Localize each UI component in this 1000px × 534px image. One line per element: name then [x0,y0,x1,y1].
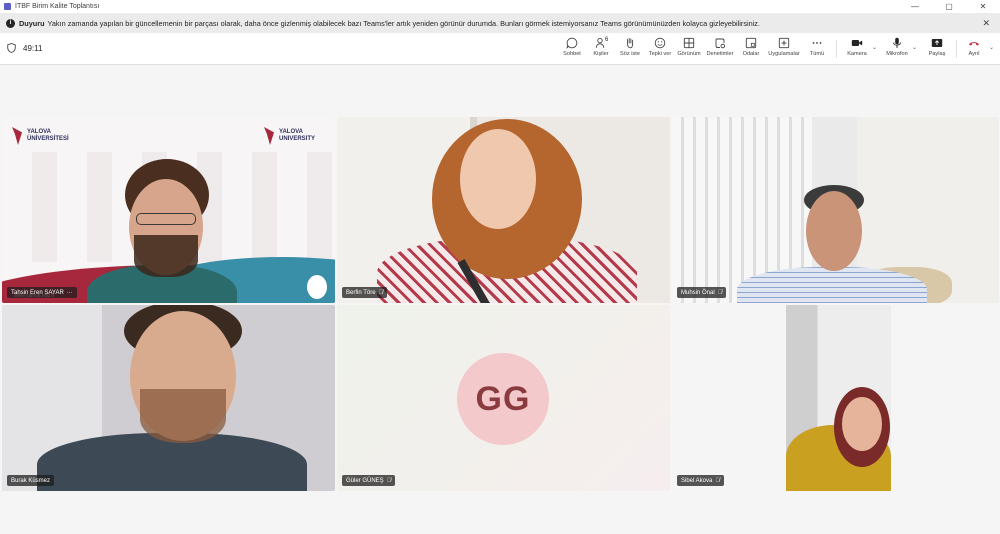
people-count: 6 [605,37,609,43]
participant-name-tag: Burak Küsmez [7,475,55,486]
participant-face [806,191,862,271]
participant-glasses [136,213,196,225]
participant-name-tag: Tahsin Eren SAYAR ··· [7,287,77,298]
participant-tile-6[interactable]: Sibel Akova 🎙̸ [672,305,999,491]
mic-off-icon: 🎙̸ [717,289,723,296]
participant-shirt [737,267,927,303]
banner-title: Duyuru [19,18,45,28]
participant-name-tag: Berfin Töre 🎙̸ [342,287,388,298]
shield-icon [7,43,16,53]
title-bar: İTBF Birim Kalite Toplantısı — ▢ ✕ [0,0,1000,13]
video-stage: YALOVA ÜNİVERSİTESİ YALOVA UNIVERSITY ww… [0,65,1000,534]
close-window-icon[interactable]: ✕ [966,0,1000,13]
participant-name-tag: Sibel Akova 🎙̸ [677,475,724,486]
info-icon: i [6,18,15,28]
camera-icon [850,36,864,50]
camera-options-chevron-icon[interactable]: ⌄ [872,44,877,51]
backdrop-logo-en: YALOVA UNIVERSITY [279,129,316,142]
add-app-icon [777,36,791,50]
participant-tile-4[interactable]: Burak Küsmez [2,305,335,491]
participant-name-tag: Güler GÜNEŞ 🎙̸ [342,475,396,486]
toolbar-divider [836,40,837,58]
chat-icon [565,36,579,50]
meeting-timer: 49:11 [23,44,43,53]
participant-tile-1[interactable]: YALOVA ÜNİVERSİTESİ YALOVA UNIVERSITY ww… [2,117,335,303]
controls-button[interactable]: Denetimler [705,36,735,62]
toolbar-divider-2 [956,40,957,58]
mic-button[interactable]: Mikrofon [883,36,911,62]
leave-button[interactable]: Ayrıl [963,36,985,62]
maximize-icon[interactable]: ▢ [932,0,966,13]
people-button[interactable]: 6 Kişiler [590,36,612,62]
avatar: GG [457,353,549,445]
teams-app-icon [4,3,11,10]
rooms-icon [744,36,758,50]
hang-up-icon [967,36,981,50]
mic-off-icon: 🎙̸ [715,477,720,484]
university-logo-icon-2 [264,127,274,145]
window-controls: — ▢ ✕ [898,0,1000,13]
participant-name-tag: Muhsin Önal 🎙̸ [677,287,727,298]
more-options-icon[interactable]: ··· [67,290,73,296]
participant-video [786,305,891,491]
announcement-banner: i Duyuru Yakın zamanda yapılan bir günce… [0,13,1000,33]
participant-face [842,397,882,451]
window-title: İTBF Birim Kalite Toplantısı [15,3,100,10]
apps-button[interactable]: Uygulamalar [766,36,802,62]
more-icon [810,36,824,50]
participant-beard [134,235,198,277]
backdrop-seal-icon [307,275,327,299]
participant-tile-3[interactable]: Muhsin Önal 🎙̸ [672,117,999,303]
mic-off-icon: 🎙̸ [378,289,384,296]
minimize-icon[interactable]: — [898,0,932,13]
emoji-icon [653,36,667,50]
raise-hand-button[interactable]: Söz iste [618,36,642,62]
microphone-icon [890,36,904,50]
chat-button[interactable]: Sohbet [560,36,584,62]
mic-options-chevron-icon[interactable]: ⌄ [912,44,917,51]
backdrop-logo-tr: YALOVA ÜNİVERSİTESİ [27,129,69,142]
participant-face [460,129,536,229]
hand-icon [623,36,637,50]
participant-tile-2[interactable]: Berfin Töre 🎙̸ [337,117,670,303]
grid-view-icon [682,36,696,50]
controls-icon [713,36,727,50]
rooms-button[interactable]: Odalar [740,36,762,62]
banner-message: Yakın zamanda yapılan bir güncellemenin … [47,18,760,28]
more-button[interactable]: Tümü [806,36,828,62]
leave-options-chevron-icon[interactable]: ⌄ [989,44,994,51]
share-button[interactable]: Paylaş [925,36,949,62]
mic-off-icon: 🎙̸ [386,477,392,484]
share-icon [930,36,944,50]
participant-beard [140,389,226,443]
participant-tile-5[interactable]: GG Güler GÜNEŞ 🎙̸ [337,305,670,491]
camera-button[interactable]: Kamera [845,36,869,62]
view-button[interactable]: Görünüm [676,36,702,62]
meeting-toolbar: 49:11 Sohbet 6 Kişiler Söz iste Tepki ve… [0,33,1000,65]
react-button[interactable]: Tepki ver [647,36,673,62]
university-logo-icon [12,127,22,145]
close-banner-icon[interactable]: ✕ [982,18,990,29]
